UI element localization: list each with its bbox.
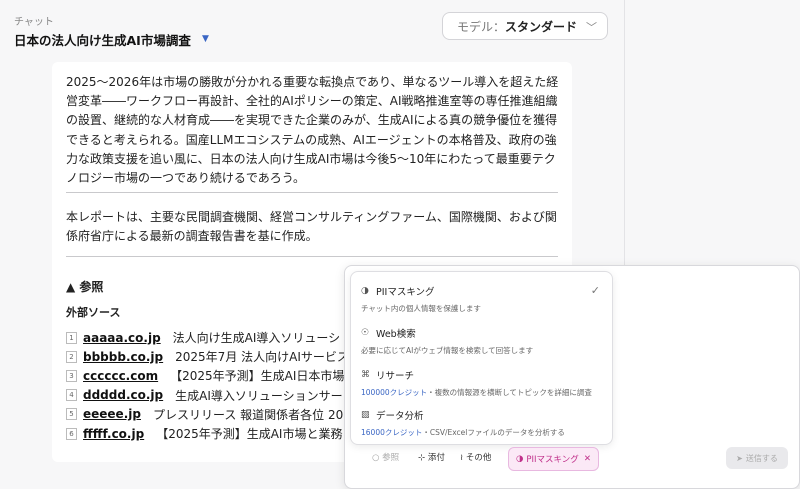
reference-number: 2	[66, 350, 77, 363]
divider	[66, 192, 558, 193]
menu-item-title: データ分析	[376, 411, 424, 422]
tools-icon: ≀	[460, 453, 464, 463]
reference-icon: ○	[372, 453, 380, 463]
summary-paragraph: 2025～2026年は市場の勝敗が分かれる重要な転換点であり、単なるツール導入を…	[66, 75, 559, 186]
pii-mask-icon: ◑	[361, 286, 369, 296]
globe-icon: ☉	[361, 328, 370, 338]
menu-item-title: PIIマスキング	[376, 287, 435, 298]
reference-number: 6	[66, 427, 77, 440]
reference-button[interactable]: ○ 参照	[372, 451, 399, 463]
reference-link[interactable]: cccccc.com	[83, 369, 158, 383]
close-icon[interactable]: ✕	[584, 454, 591, 464]
attach-button[interactable]: ⊹ 添付	[418, 451, 445, 463]
reference-number: 1	[66, 331, 77, 344]
menu-item-pii-masking[interactable]: ◑ PIIマスキング チャット内の個人情報を保護します ✓	[361, 284, 606, 314]
menu-item-description: 必要に応じてAIがウェブ情報を検索して回答します	[361, 346, 534, 355]
reference-link[interactable]: fffff.co.jp	[83, 427, 144, 441]
reference-description: 生成AI導入ソリューションサー	[175, 388, 343, 403]
more-tools-button[interactable]: ≀ その他	[460, 451, 491, 463]
reference-link[interactable]: ddddd.co.jp	[83, 388, 163, 402]
model-value: スタンダード	[505, 19, 578, 34]
credit-cost: 16000クレジット	[361, 428, 423, 437]
menu-item-desc-text: ・複数の情報源を横断してトピックを詳細に調査	[427, 388, 592, 397]
bar-chart-icon: ▧	[361, 410, 370, 420]
checkmark-icon: ✓	[590, 284, 600, 297]
menu-item-web-search[interactable]: ☉ Web検索 必要に応じてAIがウェブ情報を検索して回答します	[361, 326, 606, 356]
reference-description: 法人向け生成AI導入ソリューシ	[172, 331, 341, 346]
composer-toolbar: ○ 参照 ⊹ 添付 ≀ その他 ◑ PIIマスキング ✕ ➤ 送信する	[358, 445, 794, 473]
source-note-paragraph: 本レポートは、主要な民間調査機関、経営コンサルティングファーム、国際機関、および…	[66, 210, 557, 244]
menu-item-title: リサーチ	[376, 371, 415, 382]
menu-item-desc-text: ・CSV/Excelファイルのデータを分析する	[422, 428, 565, 437]
pii-mask-icon: ◑	[516, 454, 524, 464]
menu-item-research[interactable]: ⌘ リサーチ 100000クレジット・複数の情報源を横断してトピックを詳細に調査	[361, 368, 606, 398]
credit-cost: 100000クレジット	[361, 388, 428, 397]
reference-number: 5	[66, 408, 77, 421]
title-dropdown-icon[interactable]: ▼	[202, 34, 209, 44]
reference-description: 2025年7月 法人向けAIサービス	[175, 350, 349, 365]
menu-item-data-analysis[interactable]: ▧ データ分析 16000クレジット・CSV/Excelファイルのデータを分析す…	[361, 408, 606, 438]
references-toggle[interactable]: ▲ 参照	[66, 278, 103, 295]
reference-description: 【2025年予測】生成AI市場と業務	[156, 427, 343, 442]
research-icon: ⌘	[361, 370, 370, 380]
reference-description: 【2025年予測】生成AI日本市場	[170, 369, 345, 384]
model-label: モデル：	[457, 19, 506, 34]
menu-item-description: 16000クレジット・CSV/Excelファイルのデータを分析する	[361, 427, 606, 438]
pii-masking-chip[interactable]: ◑ PIIマスキング ✕	[508, 447, 599, 471]
reference-description: プレスリリース 報道関係者各位 20	[152, 407, 344, 422]
send-icon: ➤	[736, 453, 743, 463]
menu-item-title: Web検索	[376, 329, 416, 340]
model-selector[interactable]: モデル： スタンダード ﹀	[442, 12, 608, 40]
reference-link[interactable]: bbbbb.co.jp	[83, 350, 163, 364]
chevron-down-icon: ﹀	[586, 21, 597, 34]
divider	[66, 256, 558, 257]
header-subtitle: チャット	[14, 17, 54, 28]
menu-item-description: 100000クレジット・複数の情報源を横断してトピックを詳細に調査	[361, 387, 606, 398]
send-button[interactable]: ➤ 送信する	[726, 447, 788, 469]
reference-number: 3	[66, 369, 77, 382]
reference-number: 4	[66, 389, 77, 402]
chat-title[interactable]: 日本の法人向け生成AI市場調査	[14, 30, 191, 49]
tools-menu: ◑ PIIマスキング チャット内の個人情報を保護します ✓ ☉ Web検索 必要…	[350, 271, 613, 445]
external-sources-heading: 外部ソース	[66, 306, 121, 319]
menu-item-description: チャット内の個人情報を保護します	[361, 304, 481, 313]
paperclip-icon: ⊹	[418, 453, 426, 463]
reference-link[interactable]: aaaaa.co.jp	[83, 331, 161, 345]
reference-link[interactable]: eeeee.jp	[83, 407, 141, 421]
